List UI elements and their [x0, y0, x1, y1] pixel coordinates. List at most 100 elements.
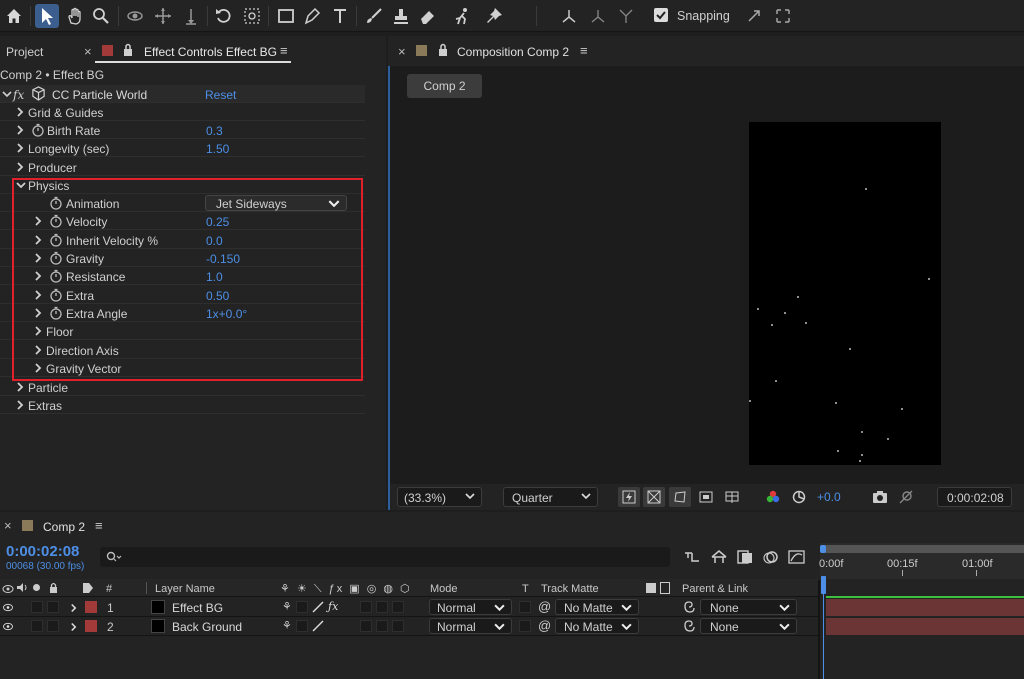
layer-duration-bar[interactable]	[826, 599, 1024, 616]
tab-timeline-comp[interactable]: Comp 2	[43, 520, 85, 534]
clone-stamp-icon[interactable]	[389, 4, 413, 28]
expand-layer-icon[interactable]	[70, 622, 77, 632]
hand-icon[interactable]	[63, 4, 87, 28]
adjustment-switch[interactable]	[376, 620, 388, 632]
lock-toggle[interactable]	[47, 601, 59, 613]
motion-blur-switch[interactable]	[360, 620, 372, 632]
effect-switch-icon[interactable]: ƒx	[328, 600, 338, 613]
track-matte-dropdown[interactable]: No Matte	[555, 599, 639, 615]
expand-chevron-icon[interactable]	[16, 382, 24, 392]
prop-value-longevity[interactable]: 1.50	[206, 142, 229, 156]
fx-toggle[interactable]: fx	[13, 88, 24, 102]
audio-column-icon[interactable]	[16, 582, 28, 596]
layer-label-color[interactable]	[85, 620, 97, 632]
lock-column-icon[interactable]	[49, 582, 58, 596]
fast-previews-icon[interactable]	[618, 487, 640, 507]
rotate-icon[interactable]	[212, 4, 236, 28]
label-column-icon[interactable]	[82, 582, 94, 597]
puppet-pin-icon[interactable]	[482, 4, 506, 28]
matte-pickwhip-icon[interactable]: @	[538, 599, 551, 614]
collapse-switch[interactable]	[296, 620, 308, 632]
parent-pickwhip-icon[interactable]	[683, 620, 695, 632]
table-row[interactable]: 2 Back Ground ⚘ Normal @ No Matte None	[0, 617, 820, 636]
roto-brush-icon[interactable]	[450, 4, 474, 28]
switches-column-icons[interactable]: ⚘ ☀ ⟍ ƒx ▣ ◎ ◍ ⬡	[280, 582, 415, 595]
graph-editor-icon[interactable]	[788, 549, 806, 568]
comp-canvas[interactable]	[749, 122, 941, 465]
matte-pickwhip-icon[interactable]: @	[538, 618, 551, 633]
reset-link[interactable]: Reset	[205, 88, 236, 102]
prop-value-birth-rate[interactable]: 0.3	[206, 124, 223, 138]
expand-chevron-icon[interactable]	[16, 125, 24, 135]
video-column-icon[interactable]	[2, 583, 14, 597]
draft-3d-icon[interactable]	[710, 549, 728, 568]
pan-icon[interactable]	[151, 4, 175, 28]
col-layer-name[interactable]: Layer Name	[155, 583, 215, 595]
resolution-dropdown[interactable]: Quarter	[503, 487, 598, 507]
preserve-transparency-toggle[interactable]	[519, 601, 531, 613]
axis-world-icon[interactable]	[586, 4, 610, 28]
comp-flowchart-button[interactable]: Comp 2	[407, 74, 482, 98]
tab-effect-controls[interactable]: Effect Controls Effect BG	[144, 45, 277, 59]
channel-rgb-icon[interactable]	[762, 487, 784, 507]
quality-switch-icon[interactable]	[312, 601, 324, 613]
3d-layer-switch[interactable]	[392, 620, 404, 632]
zoom-icon[interactable]	[89, 4, 113, 28]
expand-chevron-icon[interactable]	[16, 400, 24, 410]
lock-toggle[interactable]	[47, 620, 59, 632]
lock-icon[interactable]	[123, 43, 133, 59]
blend-mode-dropdown[interactable]: Normal	[429, 618, 512, 634]
effect-header-row[interactable]: fx CC Particle World Reset	[0, 85, 365, 103]
layer-name[interactable]: Back Ground	[172, 620, 242, 634]
timeline-menu-icon[interactable]: ≡	[95, 518, 103, 533]
layer-name[interactable]: Effect BG	[172, 601, 223, 615]
layer-label-color[interactable]	[85, 601, 97, 613]
motion-blur-icon[interactable]	[762, 549, 780, 568]
exposure-value[interactable]: +0.0	[817, 490, 841, 504]
prop-row-birth-rate[interactable]: Birth Rate 0.3	[0, 121, 365, 139]
stopwatch-icon[interactable]	[31, 123, 45, 137]
prop-row-grid-guides[interactable]: Grid & Guides	[0, 103, 365, 121]
matte-invert-icon[interactable]	[660, 582, 670, 594]
shy-switch-icon[interactable]: ⚘	[282, 619, 292, 632]
blend-mode-dropdown[interactable]: Normal	[429, 599, 512, 615]
snapshot-camera-icon[interactable]	[869, 487, 891, 507]
orbit-icon[interactable]	[123, 4, 147, 28]
eraser-icon[interactable]	[416, 4, 440, 28]
mask-visibility-icon[interactable]	[669, 487, 691, 507]
magnification-dropdown[interactable]: (33.3%)	[397, 487, 482, 507]
motion-blur-switch[interactable]	[360, 601, 372, 613]
close-timeline-tab-icon[interactable]: ×	[4, 518, 12, 533]
snapping-checkbox[interactable]	[654, 8, 668, 22]
track-matte-dropdown[interactable]: No Matte	[555, 618, 639, 634]
composition-mini-flowchart-icon[interactable]	[684, 549, 702, 568]
snap-center-icon[interactable]	[771, 4, 795, 28]
home-icon[interactable]	[2, 4, 26, 28]
quality-switch-icon[interactable]	[312, 620, 324, 632]
solo-column-icon[interactable]	[33, 584, 40, 591]
current-time-display[interactable]: 0:00:02:08	[937, 487, 1012, 507]
shy-switch-icon[interactable]: ⚘	[282, 600, 292, 613]
panel-menu-icon[interactable]: ≡	[280, 43, 288, 58]
show-snapshot-icon[interactable]	[895, 487, 917, 507]
3d-layer-switch[interactable]	[392, 601, 404, 613]
dolly-icon[interactable]	[179, 4, 203, 28]
layer-search-input[interactable]	[100, 547, 670, 567]
layer-duration-bar[interactable]	[826, 618, 1024, 635]
prop-row-producer[interactable]: Producer	[0, 158, 365, 176]
table-row[interactable]: 1 Effect BG ⚘ ƒx Normal @ No Matte None	[0, 598, 820, 617]
solo-toggle[interactable]	[31, 601, 43, 613]
pen-icon[interactable]	[300, 4, 324, 28]
parent-dropdown[interactable]: None	[700, 618, 797, 634]
tab-project[interactable]: Project	[6, 45, 43, 59]
selection-icon[interactable]	[35, 4, 59, 28]
expand-layer-icon[interactable]	[70, 603, 77, 613]
type-icon[interactable]	[328, 4, 352, 28]
close-tab-icon[interactable]: ×	[84, 44, 92, 59]
timeline-timecode[interactable]: 0:00:02:08	[6, 543, 79, 560]
expand-chevron-icon[interactable]	[16, 107, 24, 117]
matte-toggle-icon[interactable]	[646, 583, 656, 593]
close-comp-tab-icon[interactable]: ×	[398, 44, 406, 59]
brush-icon[interactable]	[362, 4, 386, 28]
parent-pickwhip-icon[interactable]	[683, 601, 695, 613]
